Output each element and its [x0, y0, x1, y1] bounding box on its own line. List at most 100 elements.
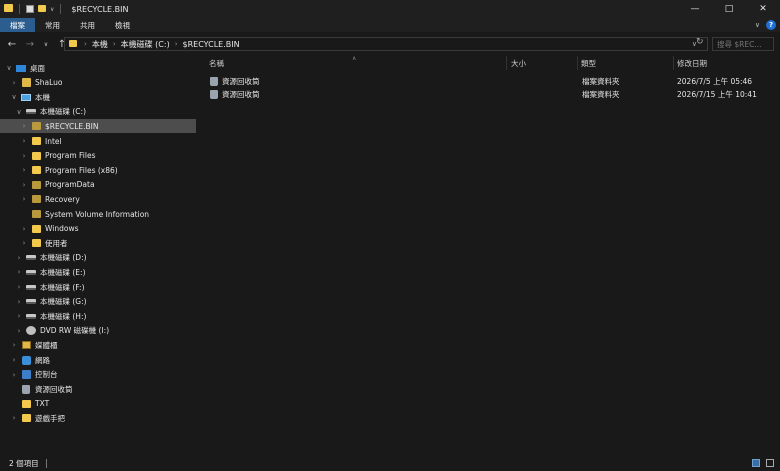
nav-tree-item[interactable]: › Program Files (x86) [0, 163, 196, 177]
chevron-right-icon[interactable]: › [10, 414, 18, 422]
close-button[interactable]: ✕ [746, 0, 780, 18]
folder-icon [21, 414, 31, 423]
forward-arrow-icon[interactable]: → [25, 39, 35, 50]
chevron-right-icon[interactable]: › [15, 298, 23, 306]
chevron-right-icon[interactable]: › [15, 312, 23, 320]
search-input[interactable] [717, 39, 771, 49]
quick-access-toolbar: ∨ [0, 4, 63, 14]
chevron-right-icon[interactable]: › [20, 181, 28, 189]
nav-tree-item[interactable]: System Volume Information [0, 207, 196, 221]
chevron-down-icon[interactable]: ∨ [15, 108, 23, 116]
chevron-right-icon[interactable]: › [15, 327, 23, 335]
chevron-right-icon[interactable]: › [20, 166, 28, 174]
address-bar[interactable]: › 本機 › 本機磁碟 (C:) › $RECYCLE.BIN ∨ [64, 37, 708, 51]
chevron-right-icon[interactable]: › [175, 40, 178, 48]
nav-tree-item[interactable]: › 媒體櫃 [0, 338, 196, 352]
folder-icon [21, 399, 31, 408]
tab-view[interactable]: 檢視 [105, 18, 140, 32]
chevron-right-icon[interactable]: › [10, 79, 18, 87]
chevron-right-icon[interactable]: › [20, 152, 28, 160]
folder-icon [31, 180, 41, 189]
window-controls: — □ ✕ [678, 0, 780, 18]
chevron-right-icon[interactable]: › [15, 254, 23, 262]
nav-tree-label: ShaLuo [35, 78, 63, 88]
column-header-modified[interactable]: 修改日期 [674, 56, 780, 70]
nav-tree-label: Recovery [45, 194, 80, 204]
nav-tree-item[interactable]: ∨ 本機 [0, 90, 196, 104]
nav-tree-item[interactable]: › Recovery [0, 192, 196, 206]
column-header-name[interactable]: 名稱 [196, 56, 507, 70]
chevron-down-icon[interactable]: ∨ [10, 93, 18, 101]
column-header-type[interactable]: 類型 [578, 56, 674, 70]
nav-tree-item[interactable]: › DVD RW 磁碟機 (I:) [0, 324, 196, 338]
nav-tree-item[interactable]: › 使用者 [0, 236, 196, 250]
table-row[interactable]: 資源回收筒 檔案資料夾 2026/7/15 上午 10:41 [204, 88, 776, 101]
minimize-button[interactable]: — [678, 0, 712, 18]
nav-tree-item[interactable]: › ShaLuo [0, 76, 196, 90]
tab-home[interactable]: 常用 [35, 18, 70, 32]
nav-tree-label: ProgramData [45, 180, 95, 190]
customize-toolbar-icon[interactable]: ∨ [50, 6, 54, 13]
nav-tree-item[interactable]: › 本機磁碟 (F:) [0, 280, 196, 294]
window-title: $RECYCLE.BIN [71, 4, 129, 14]
nav-tree-item[interactable]: › 本機磁碟 (D:) [0, 251, 196, 265]
chevron-right-icon[interactable]: › [15, 283, 23, 291]
nav-tree-label: 使用者 [45, 238, 68, 248]
nav-tree-item[interactable]: › Intel [0, 134, 196, 148]
nav-tree-item[interactable]: ∨ 桌面 [0, 61, 196, 75]
chevron-right-icon[interactable]: › [15, 268, 23, 276]
nav-tree-item[interactable]: › Program Files [0, 149, 196, 163]
chevron-right-icon[interactable]: › [20, 225, 28, 233]
nav-tree-item[interactable]: › 本機磁碟 (E:) [0, 265, 196, 279]
breadcrumb-recycle-bin[interactable]: $RECYCLE.BIN [183, 40, 240, 49]
chevron-right-icon[interactable]: › [20, 122, 28, 130]
nav-tree-label: 本機磁碟 (C:) [40, 107, 86, 117]
file-type: 檔案資料夾 [582, 90, 620, 99]
chevron-right-icon[interactable]: › [84, 40, 87, 48]
new-folder-icon[interactable] [38, 4, 46, 14]
table-row[interactable]: 資源回收筒 檔案資料夾 2026/7/5 上午 05:46 [204, 75, 776, 88]
nav-tree-item[interactable]: › ProgramData [0, 178, 196, 192]
back-arrow-icon[interactable]: ← [7, 39, 17, 50]
chevron-right-icon[interactable]: › [10, 356, 18, 364]
help-icon[interactable]: ? [766, 20, 776, 30]
chevron-right-icon[interactable]: › [10, 341, 18, 349]
nav-tree-item[interactable]: › 遊戲手把 [0, 411, 196, 425]
nav-tree-item[interactable]: ∨ 本機磁碟 (C:) [0, 105, 196, 119]
search-box[interactable] [712, 37, 774, 51]
expand-ribbon-icon[interactable]: ∨ [755, 21, 760, 29]
column-header-size[interactable]: 大小 [507, 56, 578, 70]
nav-tree-item[interactable]: › Windows [0, 222, 196, 236]
status-divider [45, 459, 47, 468]
nav-tree-label: 遊戲手把 [35, 413, 65, 423]
recent-locations-icon[interactable]: ∨ [43, 41, 49, 48]
nav-tree-label: Program Files (x86) [45, 165, 118, 175]
chevron-right-icon[interactable]: › [10, 371, 18, 379]
tab-file[interactable]: 檔案 [0, 18, 35, 32]
chevron-right-icon[interactable]: › [20, 239, 28, 247]
drive-icon [26, 297, 36, 306]
nav-tree-item[interactable]: › 網路 [0, 353, 196, 367]
nav-tree-item[interactable]: TXT [0, 397, 196, 411]
refresh-icon[interactable]: ↻ [696, 37, 704, 47]
desktop-icon [16, 64, 26, 73]
nav-tree-item[interactable]: › 控制台 [0, 368, 196, 382]
large-icons-view-icon[interactable] [766, 459, 774, 467]
chevron-right-icon[interactable]: › [113, 40, 116, 48]
nav-tree-item[interactable]: › 本機磁碟 (H:) [0, 309, 196, 323]
chevron-down-icon[interactable]: ∨ [5, 64, 13, 72]
properties-icon[interactable] [26, 5, 34, 13]
nav-tree-item[interactable]: › $RECYCLE.BIN [0, 119, 196, 134]
title-bar: ∨ $RECYCLE.BIN — □ ✕ [0, 0, 780, 18]
tab-share[interactable]: 共用 [70, 18, 105, 32]
details-view-icon[interactable] [752, 459, 760, 467]
maximize-button[interactable]: □ [712, 0, 746, 18]
nav-tree-item[interactable]: 資源回收筒 [0, 382, 196, 396]
breadcrumb-this-pc[interactable]: 本機 [92, 39, 108, 50]
file-modified: 2026/7/15 上午 10:41 [677, 90, 757, 99]
chevron-right-icon[interactable]: › [20, 137, 28, 145]
breadcrumb-drive-c[interactable]: 本機磁碟 (C:) [121, 39, 170, 50]
chevron-right-icon[interactable]: › [20, 195, 28, 203]
nav-tree-item[interactable]: › 本機磁碟 (G:) [0, 295, 196, 309]
ribbon-right: ∨ ? [755, 20, 776, 30]
